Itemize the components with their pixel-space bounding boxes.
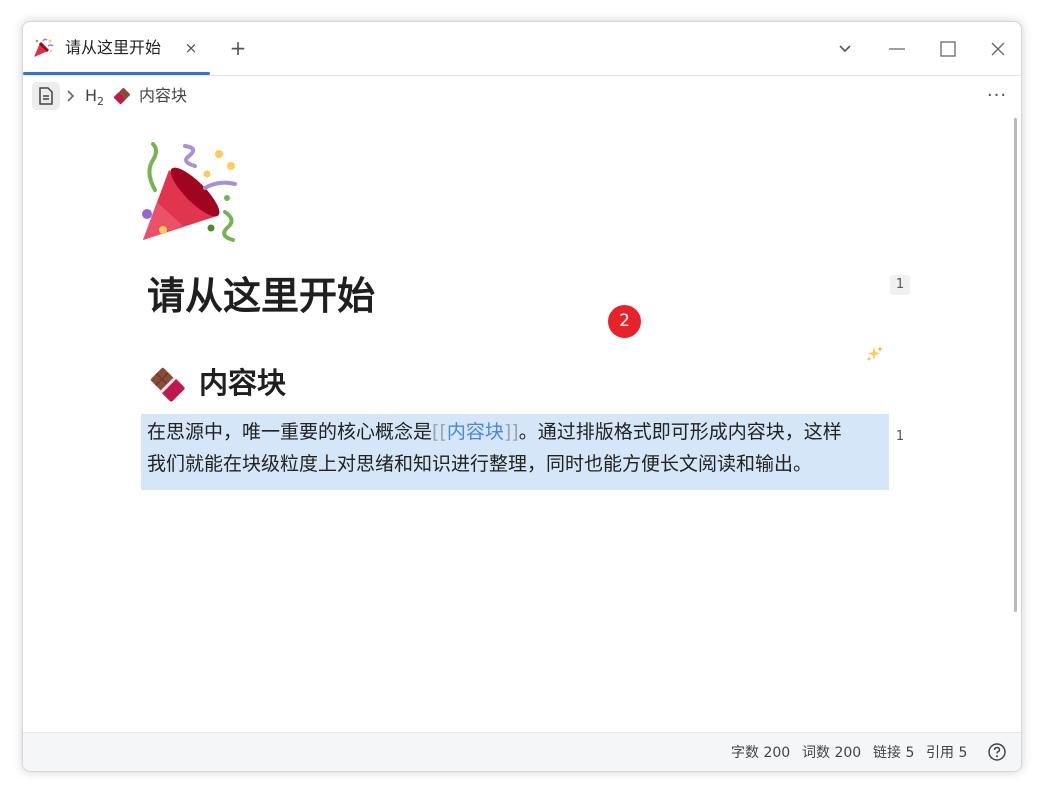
paragraph-ref-count[interactable]: 1: [890, 427, 910, 447]
status-link-count: 链接 5: [873, 745, 915, 761]
chocolate-icon: [149, 366, 185, 402]
ref-bracket-open: [[: [432, 421, 447, 443]
party-popper-icon: [32, 37, 54, 59]
heading-content-block[interactable]: 内容块: [199, 362, 286, 404]
party-popper-icon[interactable]: [139, 142, 245, 246]
maximize-icon: [935, 41, 961, 66]
ref-bracket-close: ]]: [503, 421, 519, 443]
status-bar: 字数 200 词数 200 链接 5 引用 5: [23, 732, 1021, 771]
minimize-icon: [884, 47, 910, 66]
title-ref-count[interactable]: 1: [890, 275, 910, 295]
vertical-scrollbar[interactable]: [1014, 118, 1017, 612]
document-title[interactable]: 请从这里开始: [147, 270, 375, 322]
tab-bar: 请从这里开始 × +: [23, 22, 1021, 76]
help-icon[interactable]: [987, 742, 1007, 762]
tab-label: 请从这里开始: [65, 38, 162, 57]
chocolate-icon: [113, 87, 131, 105]
minimize-button[interactable]: [884, 36, 910, 62]
paragraph-block[interactable]: 在思源中，唯一重要的核心概念是[[内容块]]。通过排版格式即可形成内容块，这样我…: [141, 414, 889, 490]
more-options-button[interactable]: ···: [985, 86, 1009, 106]
app-window: 请从这里开始 × + H2 内容块 ··· 请从这里开始 1 2 内容块 在思源…: [22, 21, 1022, 772]
paragraph-text-start: 在思源中，唯一重要的核心概念是: [147, 421, 433, 443]
block-ref-link[interactable]: 内容块: [447, 421, 504, 443]
chevron-down-icon: [832, 45, 858, 66]
paragraph-text: 在思源中，唯一重要的核心概念是[[内容块]]。通过排版格式即可形成内容块，这样我…: [147, 416, 891, 480]
breadcrumb: H2 内容块 ···: [23, 76, 1021, 116]
close-icon: [985, 42, 1011, 66]
paragraph-text-line2: 我们就能在块级粒度上对思绪和知识进行整理，同时也能方便长文阅读和输出。: [147, 453, 813, 475]
tab-close-button[interactable]: ×: [183, 37, 199, 59]
maximize-button[interactable]: [935, 36, 961, 62]
tab-list-dropdown-button[interactable]: [832, 36, 858, 62]
close-window-button[interactable]: [985, 36, 1011, 62]
breadcrumb-heading-level[interactable]: H2: [85, 84, 104, 114]
document-icon: [32, 87, 60, 114]
sparkles-icon[interactable]: [865, 344, 885, 364]
active-tab-indicator: [23, 72, 210, 75]
paragraph-text-line1-end: 。通过排版格式即可形成内容块，这样: [518, 421, 842, 443]
breadcrumb-item-content-block[interactable]: 内容块: [139, 84, 187, 108]
new-tab-button[interactable]: +: [227, 36, 249, 60]
tab-start-here[interactable]: 请从这里开始 ×: [23, 22, 210, 75]
status-word-count: 词数 200: [802, 745, 862, 761]
status-ref-count: 引用 5: [926, 745, 968, 761]
document-button[interactable]: [32, 82, 60, 110]
chevron-right-icon: [65, 88, 77, 104]
status-char-count: 字数 200: [731, 745, 791, 761]
notification-badge[interactable]: 2: [608, 305, 641, 338]
